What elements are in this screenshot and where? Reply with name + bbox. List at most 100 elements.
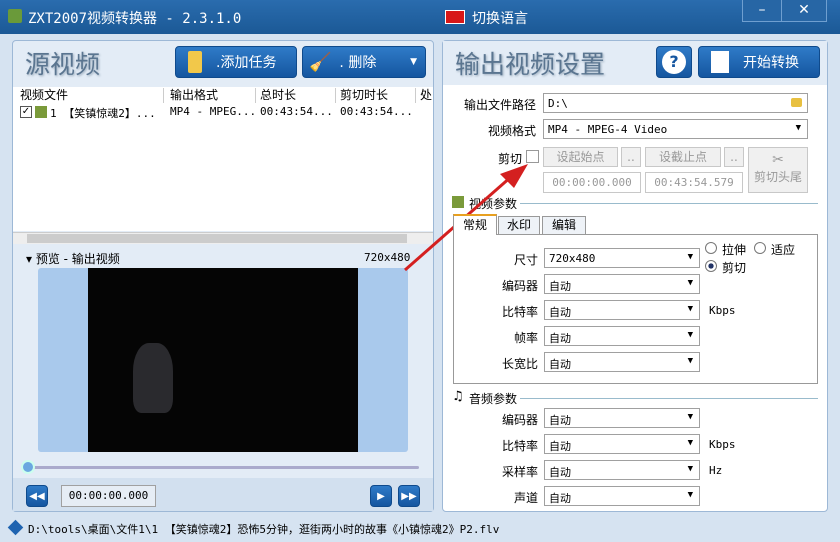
set-end-button[interactable]: 设截止点 <box>645 147 721 167</box>
column-header[interactable]: 输出格式 <box>170 88 256 103</box>
fit-radio[interactable] <box>754 242 766 254</box>
convert-icon <box>711 51 729 73</box>
video-bitrate-select[interactable]: 自动 <box>544 300 700 320</box>
status-bar: D:\tools\桌面\文件1\1 【笑镇惊魂2】恐怖5分钟，逛街两小时的故事《… <box>0 514 840 542</box>
column-header[interactable]: 处 <box>420 88 432 103</box>
horizontal-scrollbar[interactable] <box>13 232 433 244</box>
framerate-select[interactable]: 自动 <box>544 326 700 346</box>
field-label: 声道 <box>513 491 538 505</box>
rewind-button[interactable]: ◀◀ <box>26 485 48 507</box>
title-bar: ZXT2007视频转换器 - 2.3.1.0 切换语言 – ✕ <box>0 0 840 34</box>
tab-general[interactable]: 常规 <box>453 214 497 235</box>
close-button[interactable]: ✕ <box>781 0 827 22</box>
unit-label: Kbps <box>709 304 736 317</box>
start-label: 开始转换 <box>743 55 799 71</box>
field-label: 采样率 <box>501 465 538 479</box>
field-label: 比特率 <box>501 439 538 453</box>
field-value: 自动 <box>549 306 571 319</box>
divider <box>520 398 818 399</box>
field-label: 比特率 <box>501 305 538 319</box>
delete-label: . 删除 <box>339 55 377 71</box>
field-label: 长宽比 <box>501 357 538 371</box>
window-title: ZXT2007视频转换器 - 2.3.1.0 <box>28 11 242 27</box>
audio-params-heading: 音频参数 <box>469 392 518 406</box>
play-button[interactable]: ▶ <box>370 485 392 507</box>
help-button[interactable]: ? <box>656 46 692 78</box>
video-format-select[interactable]: MP4 - MPEG-4 Video <box>543 119 808 139</box>
field-value: 自动 <box>549 358 571 371</box>
aspect-select[interactable]: 自动 <box>544 352 700 372</box>
tab-edit[interactable]: 编辑 <box>542 216 586 235</box>
field-value: 自动 <box>549 466 571 479</box>
crop-label: 剪切 <box>722 261 747 275</box>
unit-label: Kbps <box>709 438 736 451</box>
row-format: MP4 - MPEG... <box>170 105 257 118</box>
start-time-field[interactable]: 00:00:00.000 <box>543 172 641 193</box>
broom-icon: 🧹 <box>309 51 332 73</box>
add-task-label: .添加任务 <box>216 55 277 71</box>
field-value: 自动 <box>549 492 571 505</box>
preview-text: 预览 - 输出视频 <box>35 252 120 266</box>
china-flag-icon <box>445 10 465 24</box>
divider <box>520 203 818 204</box>
video-preview <box>38 268 408 452</box>
scissors-icon: ✂ <box>772 152 784 168</box>
path-label: 输出文件路径 <box>463 98 536 112</box>
folder-icon[interactable] <box>791 98 802 107</box>
delete-button[interactable]: 🧹 . 删除 ▼ <box>302 46 426 78</box>
audio-bitrate-select[interactable]: 自动 <box>544 434 700 454</box>
video-frame <box>88 268 358 452</box>
stretch-label: 拉伸 <box>722 243 747 257</box>
folder-icon <box>188 51 202 73</box>
crop-radio[interactable] <box>705 260 717 272</box>
set-start-button[interactable]: 设起始点 <box>543 147 618 167</box>
table-row[interactable]: ✓ 1 【笑镇惊魂2】... MP4 - MPEG... 00:43:54...… <box>18 104 432 120</box>
cut-ends-label: 剪切头尾 <box>753 170 802 184</box>
seek-handle[interactable] <box>21 460 35 474</box>
add-task-button[interactable]: .添加任务 <box>175 46 297 78</box>
size-select[interactable]: 720x480 <box>544 248 700 268</box>
unit-label: Hz <box>709 464 723 477</box>
size-value: 720x480 <box>549 252 596 265</box>
output-heading: 输出视频设置 <box>455 50 606 79</box>
status-path: D:\tools\桌面\文件1\1 【笑镇惊魂2】恐怖5分钟，逛街两小时的故事《… <box>28 523 500 536</box>
format-value: MP4 - MPEG-4 Video <box>548 123 668 136</box>
end-time-field[interactable]: 00:43:54.579 <box>645 172 743 193</box>
info-icon <box>7 519 24 536</box>
end-more-button[interactable]: .. <box>724 147 744 167</box>
scrollbar-thumb[interactable] <box>27 234 407 243</box>
samplerate-select[interactable]: 自动 <box>544 460 700 480</box>
help-icon: ? <box>662 50 686 74</box>
field-value: 自动 <box>549 414 571 427</box>
seek-slider[interactable] <box>26 466 419 469</box>
field-value: 自动 <box>549 440 571 453</box>
row-cut: 00:43:54... <box>340 105 413 118</box>
column-header[interactable]: 总时长 <box>260 88 336 103</box>
column-header[interactable]: 视频文件 <box>20 88 164 103</box>
chevron-down-icon[interactable]: ▼ <box>410 57 417 67</box>
start-more-button[interactable]: .. <box>621 147 641 167</box>
film-icon <box>35 106 47 118</box>
fast-forward-button[interactable]: ▶▶ <box>398 485 420 507</box>
column-header[interactable]: 剪切时长 <box>340 88 416 103</box>
path-value: D:\ <box>548 97 568 110</box>
cut-ends-button[interactable]: ✂ 剪切头尾 <box>748 147 808 193</box>
minimize-button[interactable]: – <box>742 0 782 22</box>
app-icon <box>8 9 22 23</box>
row-name: 1 【笑镇惊魂2】... <box>50 107 156 120</box>
output-path-input[interactable]: D:\ <box>543 93 808 113</box>
format-label: 视频格式 <box>487 124 536 138</box>
audio-encoder-select[interactable]: 自动 <box>544 408 700 428</box>
switch-language-button[interactable]: 切换语言 <box>472 8 528 28</box>
preview-label[interactable]: ▾ 预览 - 输出视频 <box>26 250 120 267</box>
field-label: 编码器 <box>501 413 538 427</box>
row-checkbox[interactable]: ✓ <box>20 106 32 118</box>
video-figure <box>133 343 173 413</box>
music-icon: ♫ <box>452 389 464 404</box>
channel-select[interactable]: 自动 <box>544 486 700 506</box>
time-display: 00:00:00.000 <box>61 485 156 507</box>
video-encoder-select[interactable]: 自动 <box>544 274 700 294</box>
start-convert-button[interactable]: 开始转换 <box>698 46 820 78</box>
field-value: 自动 <box>549 332 571 345</box>
stretch-radio[interactable] <box>705 242 717 254</box>
